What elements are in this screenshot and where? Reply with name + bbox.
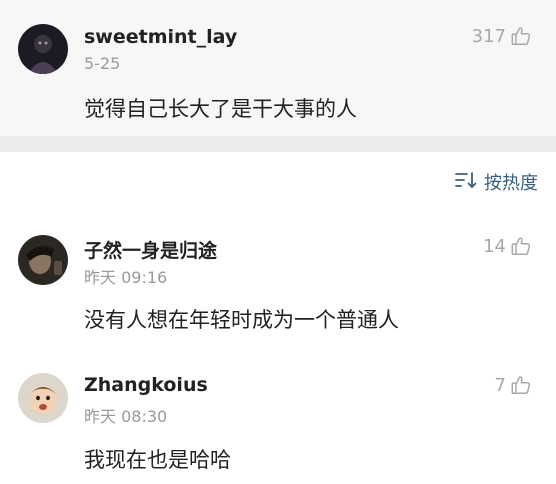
comments-page: sweetmint_lay 5-25 觉得自己长大了是干大事的人 317 按热度…: [0, 0, 556, 484]
section-separator: [0, 136, 556, 152]
like-button[interactable]: 7: [495, 374, 532, 396]
thumbs-up-icon: [510, 235, 532, 257]
pinned-comment-area: sweetmint_lay 5-25 觉得自己长大了是干大事的人 317: [0, 0, 556, 136]
comment-text: 没有人想在年轻时成为一个普通人: [84, 308, 399, 332]
comment-date: 昨天 08:30: [84, 407, 168, 426]
username[interactable]: 子然一身是归途: [84, 236, 217, 263]
like-button[interactable]: 14: [483, 235, 532, 257]
like-count: 317: [471, 25, 506, 47]
avatar-image: [18, 24, 68, 74]
avatar-image: [18, 235, 68, 285]
avatar-image: [18, 373, 68, 423]
sort-by-hot-button[interactable]: 按热度: [454, 169, 538, 195]
avatar[interactable]: [18, 373, 68, 423]
thumbs-up-icon: [510, 25, 532, 47]
like-button[interactable]: 317: [472, 25, 532, 47]
comment-date: 5-25: [84, 54, 121, 73]
sort-icon: [454, 170, 484, 195]
comment-text: 我现在也是哈哈: [84, 448, 231, 472]
comment-date: 昨天 09:16: [84, 268, 168, 287]
thumbs-up-icon: [510, 374, 532, 396]
avatar[interactable]: [18, 24, 68, 74]
comment-text: 觉得自己长大了是干大事的人: [84, 97, 357, 121]
username[interactable]: Zhangkoius: [84, 374, 208, 396]
avatar[interactable]: [18, 235, 68, 285]
username[interactable]: sweetmint_lay: [84, 26, 237, 48]
like-count: 7: [494, 374, 506, 396]
like-count: 14: [483, 235, 506, 257]
sort-label: 按热度: [484, 173, 538, 194]
